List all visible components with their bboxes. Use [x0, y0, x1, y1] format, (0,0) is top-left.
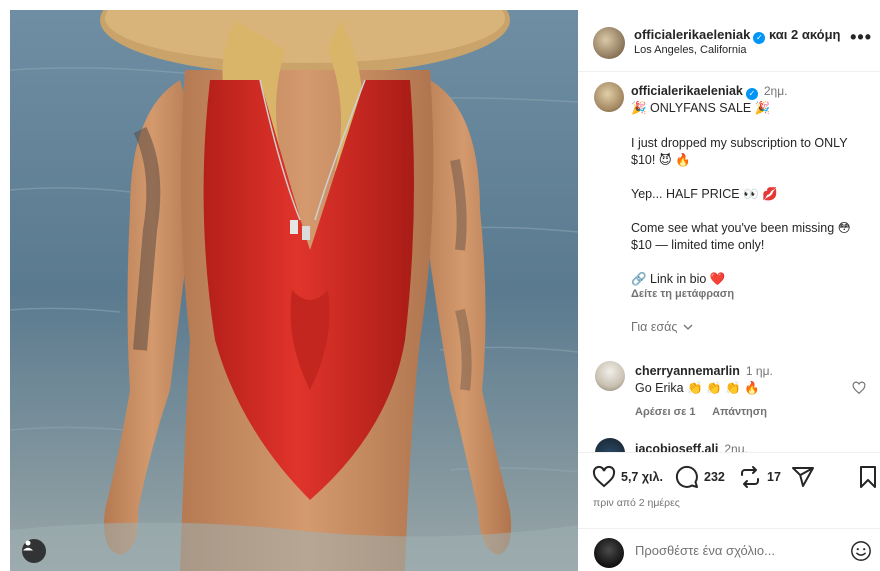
comment-username[interactable]: cherryannemarlin: [635, 364, 740, 378]
caption-line: Yep... HALF PRICE 👀 💋: [631, 187, 778, 201]
comment-author-line: cherryannemarlin 1 ημ.: [635, 364, 773, 378]
share-send-icon[interactable]: [791, 465, 815, 489]
post-actions-bar: 5,7 χιλ. 232 17 πριν από 2 ημέρες: [578, 452, 880, 528]
commenter-avatar[interactable]: [595, 438, 625, 452]
caption-username[interactable]: officialerikaeleniak: [631, 84, 743, 98]
emoji-icon[interactable]: [850, 540, 872, 562]
comment-like-heart-icon[interactable]: [852, 381, 866, 395]
comment-meta: Αρέσει σε 1 Απάντηση: [635, 406, 781, 418]
user-icon: [23, 540, 33, 551]
caption-line: 🎉 ONLYFANS SALE 🎉: [631, 101, 771, 115]
comment-icon[interactable]: [675, 465, 699, 489]
commenter-avatar[interactable]: [595, 361, 625, 391]
post-date: πριν από 2 ημέρες: [593, 497, 680, 509]
caption-line: $10 — limited time only!: [631, 238, 765, 252]
verified-badge-icon: ✓: [745, 88, 758, 100]
caption-line: I just dropped my subscription to ONLY: [631, 136, 848, 150]
caption-time: 2ημ.: [763, 84, 788, 98]
author-avatar[interactable]: [593, 27, 625, 59]
caption-line: Come see what you've been missing 😳: [631, 221, 851, 235]
like-heart-icon[interactable]: [592, 465, 616, 489]
comment-time: 1 ημ.: [745, 364, 773, 378]
add-comment-input[interactable]: [635, 543, 835, 558]
save-bookmark-icon[interactable]: [858, 465, 878, 489]
caption-author-line: officialerikaeleniak ✓ 2ημ.: [631, 84, 787, 100]
comments-section[interactable]: officialerikaeleniak ✓ 2ημ. 🎉 ONLYFANS SAL…: [578, 72, 880, 452]
comment-likes[interactable]: Αρέσει σε 1: [635, 406, 696, 418]
likes-count[interactable]: 5,7 χιλ.: [621, 470, 663, 484]
caption-line: 🔗 Link in bio ❤️: [631, 272, 726, 286]
for-you-toggle[interactable]: Για εσάς: [631, 320, 693, 334]
see-translation-link[interactable]: Δείτε τη μετάφραση: [631, 288, 734, 300]
comment-author-line: jacobjoseff.ali 2ημ.: [635, 442, 748, 452]
author-username[interactable]: officialerikaeleniak: [634, 27, 750, 42]
post-location[interactable]: Los Angeles, California: [634, 44, 747, 56]
caption-author-avatar[interactable]: [594, 82, 624, 112]
post-image[interactable]: [10, 10, 578, 571]
reposts-count[interactable]: 17: [767, 470, 781, 484]
more-options-icon[interactable]: •••: [850, 27, 872, 48]
post-modal: officialerikaeleniak ✓ και 2 ακόμη Los An…: [0, 0, 880, 571]
for-you-label: Για εσάς: [631, 320, 678, 334]
coauthors-link[interactable]: και 2 ακόμη: [769, 27, 841, 42]
current-user-avatar: [594, 538, 624, 568]
tagged-users-button[interactable]: [22, 539, 46, 563]
comment-username[interactable]: jacobjoseff.ali: [635, 442, 718, 452]
post-side-panel: officialerikaeleniak ✓ και 2 ακόμη Los An…: [578, 10, 880, 571]
verified-badge-icon: ✓: [753, 32, 766, 44]
chevron-down-icon: [683, 324, 693, 330]
comments-count[interactable]: 232: [704, 470, 725, 484]
reply-button[interactable]: Απάντηση: [712, 406, 767, 418]
comment-text: Go Erika 👏 👏 👏 🔥: [635, 381, 760, 395]
add-comment-bar: [578, 528, 880, 571]
post-header: officialerikaeleniak ✓ και 2 ακόμη Los An…: [578, 10, 880, 72]
caption-line: $10! 😈 🔥: [631, 153, 691, 167]
author-username-line: officialerikaeleniak ✓ και 2 ακόμη: [634, 27, 841, 44]
beach-photo: [10, 10, 578, 571]
comment-time: 2ημ.: [724, 442, 748, 452]
repost-icon[interactable]: [738, 465, 762, 489]
